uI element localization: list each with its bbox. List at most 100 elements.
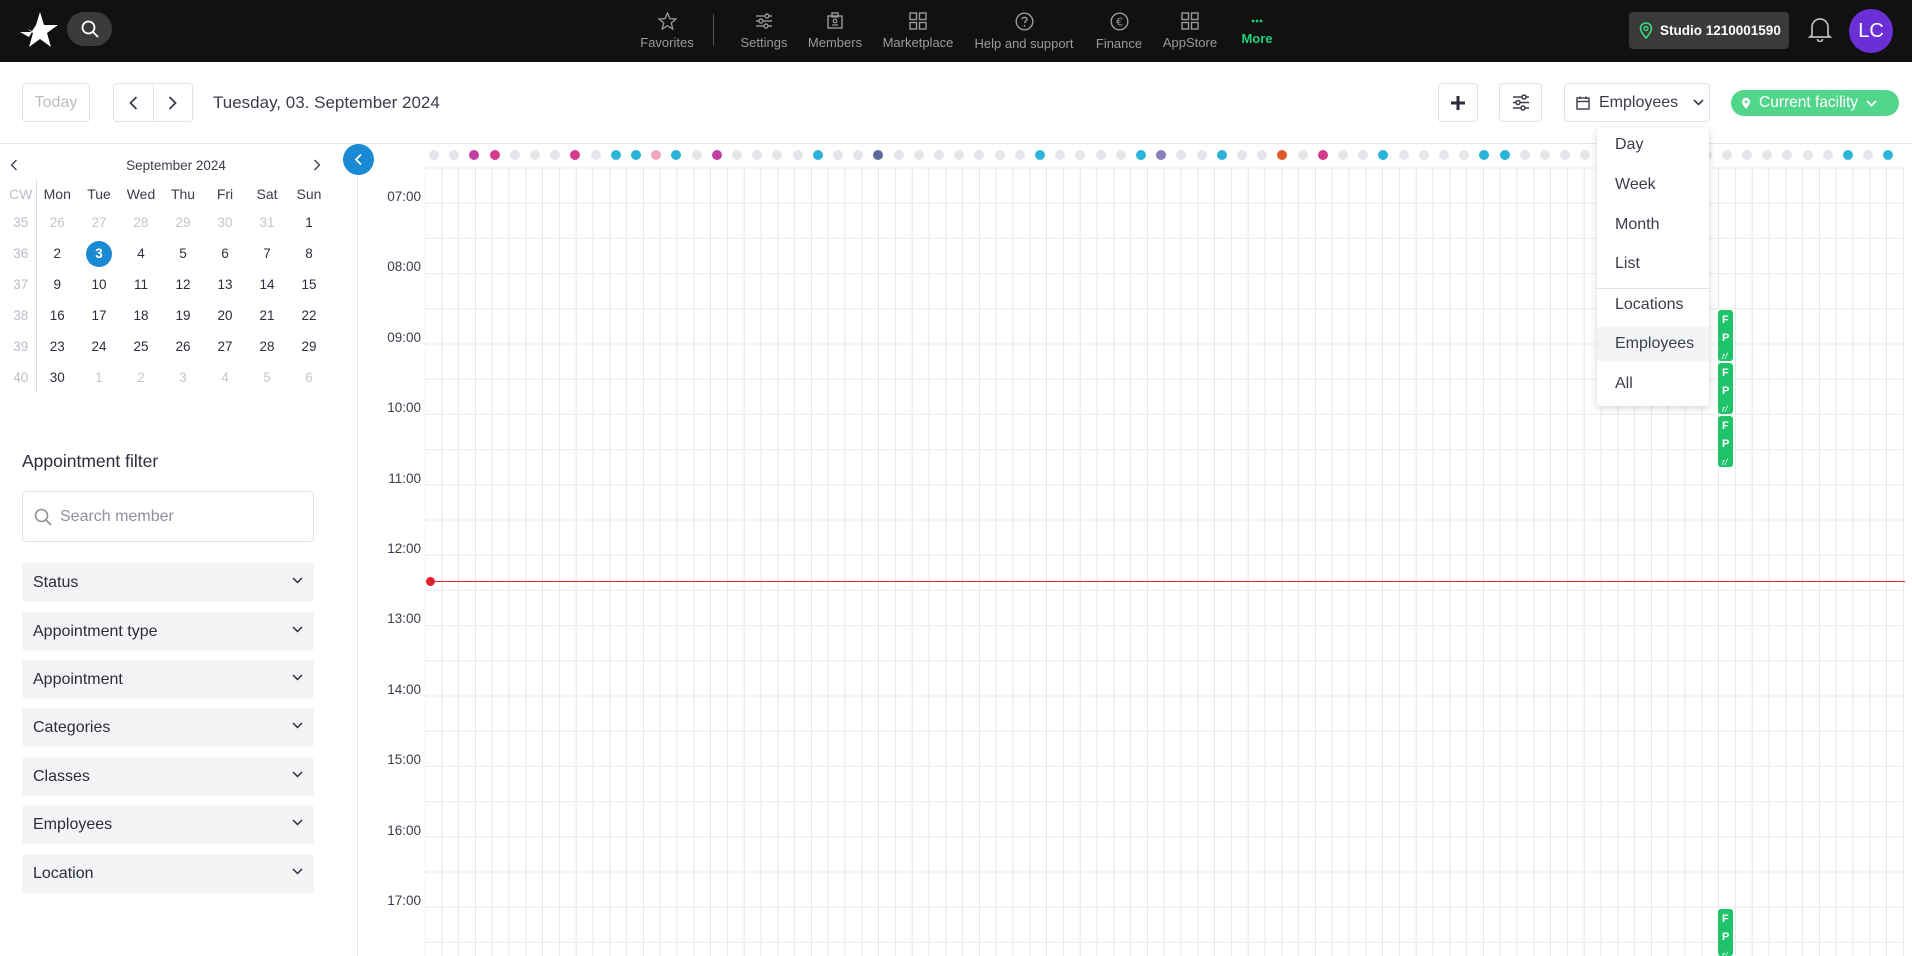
calendar-day[interactable]: 5 (162, 238, 204, 269)
calendar-day[interactable]: 27 (78, 207, 120, 238)
nav-finance[interactable]: € Finance (1094, 0, 1144, 62)
calendar-day[interactable]: 10 (78, 269, 120, 300)
employee-column-avatar[interactable] (1742, 150, 1752, 160)
employee-column-avatar[interactable] (1136, 150, 1146, 160)
filter-section-appointment[interactable]: Appointment (22, 660, 314, 699)
view-option-list[interactable]: List (1597, 247, 1709, 281)
filter-section-location[interactable]: Location (22, 854, 314, 893)
calendar-day[interactable]: 6 (204, 238, 246, 269)
filter-section-appointment-type[interactable]: Appointment type (22, 612, 314, 651)
appointment-block[interactable]: F Pr/ (1718, 310, 1733, 361)
studio-selector[interactable]: Studio 1210001590 (1629, 12, 1789, 49)
nav-marketplace[interactable]: Marketplace (877, 0, 959, 62)
calendar-day[interactable]: 31 (246, 207, 288, 238)
employee-column-avatar[interactable] (1115, 150, 1126, 160)
view-option-locations[interactable]: Locations (1597, 288, 1709, 322)
filter-section-status[interactable]: Status (22, 563, 314, 602)
employee-column-avatar[interactable] (711, 150, 722, 160)
user-avatar[interactable]: LC (1849, 9, 1893, 53)
calendar-day[interactable]: 9 (36, 269, 78, 300)
today-button[interactable]: Today (22, 83, 90, 122)
employee-column-avatar[interactable] (590, 150, 601, 160)
filter-section-categories[interactable]: Categories (22, 708, 314, 747)
employee-column-avatar[interactable] (934, 150, 944, 160)
calendar-day[interactable]: 5 (246, 362, 288, 393)
employee-column-avatar[interactable] (994, 150, 1005, 160)
employee-column-avatar[interactable] (429, 150, 439, 160)
calendar-day[interactable]: 3 (162, 362, 204, 393)
employee-column-avatar[interactable] (1317, 150, 1328, 160)
collapse-sidebar-button[interactable] (343, 144, 374, 175)
notifications-button[interactable] (1807, 16, 1833, 47)
employee-column-avatar[interactable] (691, 150, 702, 160)
calendar-day[interactable]: 3 (78, 238, 120, 269)
calendar-day[interactable]: 26 (36, 207, 78, 238)
employee-column-avatar[interactable] (1035, 150, 1045, 160)
calendar-day[interactable]: 18 (120, 300, 162, 331)
employee-column-avatar[interactable] (732, 150, 742, 160)
calendar-day[interactable]: 28 (246, 331, 288, 362)
calendar-day[interactable]: 16 (36, 300, 78, 331)
next-day-button[interactable] (154, 84, 193, 121)
employee-column-avatar[interactable] (792, 150, 803, 160)
employee-column-avatar[interactable] (489, 150, 500, 160)
employee-column-avatar[interactable] (1398, 150, 1409, 160)
employee-column-avatar[interactable] (812, 150, 823, 160)
calendar-settings-button[interactable] (1499, 83, 1542, 122)
employee-column-avatar[interactable] (1721, 150, 1732, 160)
calendar-day[interactable]: 2 (120, 362, 162, 393)
appointment-block[interactable]: F Pr/ (1718, 416, 1733, 467)
employee-column-avatar[interactable] (1216, 150, 1227, 160)
employee-column-avatar[interactable] (1822, 150, 1833, 160)
calendar-day[interactable]: 1 (288, 207, 330, 238)
nav-more[interactable]: More (1234, 0, 1280, 62)
calendar-day[interactable]: 29 (288, 331, 330, 362)
employee-column-avatar[interactable] (631, 150, 641, 160)
nav-settings[interactable]: Settings (736, 0, 792, 62)
calendar-day[interactable]: 25 (120, 331, 162, 362)
employee-column-avatar[interactable] (1418, 150, 1429, 160)
calendar-day[interactable]: 23 (36, 331, 78, 362)
calendar-day[interactable]: 17 (78, 300, 120, 331)
calendar-day[interactable]: 7 (246, 238, 288, 269)
employee-column-avatar[interactable] (913, 150, 924, 160)
view-option-day[interactable]: Day (1597, 128, 1709, 162)
calendar-day[interactable]: 13 (204, 269, 246, 300)
global-search-button[interactable] (67, 12, 112, 46)
nav-favorites[interactable]: Favorites (638, 0, 696, 62)
calendar-day[interactable]: 1 (78, 362, 120, 393)
calendar-day[interactable]: 21 (246, 300, 288, 331)
employee-column-avatar[interactable] (1439, 150, 1449, 160)
calendar-day[interactable]: 14 (246, 269, 288, 300)
calendar-day[interactable]: 24 (78, 331, 120, 362)
appointment-block[interactable]: F Pr/ (1718, 363, 1733, 414)
calendar-day[interactable]: 2 (36, 238, 78, 269)
next-month-button[interactable] (313, 158, 321, 176)
employee-column-avatar[interactable] (1297, 150, 1308, 160)
employee-column-avatar[interactable] (610, 150, 621, 160)
view-option-employees[interactable]: Employees (1597, 327, 1709, 361)
calendar-day[interactable]: 28 (120, 207, 162, 238)
employee-column-avatar[interactable] (1519, 150, 1530, 160)
add-appointment-button[interactable] (1438, 83, 1478, 122)
calendar-day[interactable]: 4 (120, 238, 162, 269)
calendar-day[interactable]: 20 (204, 300, 246, 331)
employee-column-avatar[interactable] (1237, 150, 1247, 160)
employee-column-avatar[interactable] (1095, 150, 1106, 160)
employee-column-avatar[interactable] (1802, 150, 1813, 160)
calendar-day[interactable]: 19 (162, 300, 204, 331)
calendar-day[interactable]: 4 (204, 362, 246, 393)
calendar-day[interactable]: 12 (162, 269, 204, 300)
filter-section-employees[interactable]: Employees (22, 805, 314, 844)
calendar-day[interactable]: 30 (204, 207, 246, 238)
calendar-day[interactable]: 30 (36, 362, 78, 393)
employee-column-avatar[interactable] (1196, 150, 1207, 160)
calendar-day[interactable]: 8 (288, 238, 330, 269)
calendar-day[interactable]: 15 (288, 269, 330, 300)
nav-appstore[interactable]: AppStore (1159, 0, 1221, 62)
filter-section-classes[interactable]: Classes (22, 757, 314, 796)
view-option-all[interactable]: All (1597, 367, 1709, 401)
member-search-input[interactable]: Search member (22, 491, 314, 542)
employee-column-avatar[interactable] (1338, 150, 1348, 160)
employee-column-avatar[interactable] (1499, 150, 1510, 160)
